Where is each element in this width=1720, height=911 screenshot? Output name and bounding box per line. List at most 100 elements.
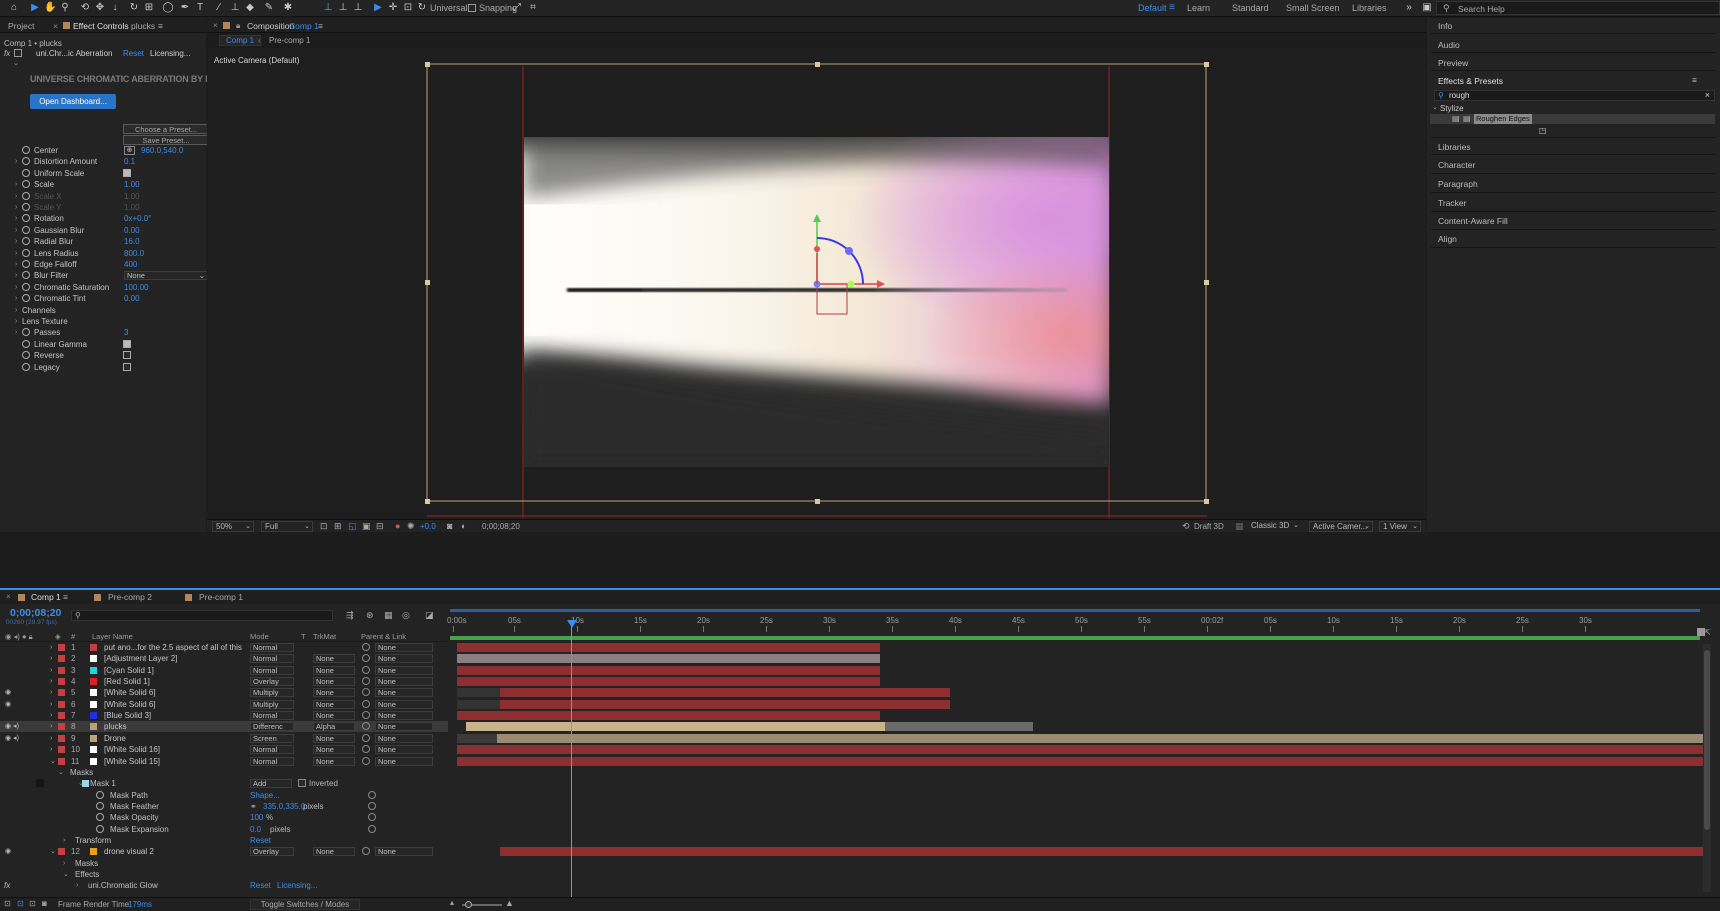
snap-options-icon[interactable]: ⤢ bbox=[511, 2, 523, 14]
mask-mode-select[interactable]: Add bbox=[250, 779, 292, 789]
blend-mode-select[interactable]: Overlay bbox=[250, 847, 294, 857]
anchor-tool-icon[interactable]: ⊞ bbox=[143, 2, 155, 14]
blend-mode-select[interactable]: Multiply bbox=[250, 688, 294, 698]
transfer-controls-icon[interactable]: ⊡ bbox=[17, 899, 24, 908]
label-color[interactable] bbox=[58, 689, 65, 697]
eye-icon[interactable]: ◉ ◂) bbox=[5, 733, 19, 744]
stopwatch-icon[interactable] bbox=[22, 203, 30, 211]
param-value[interactable]: 800.0 bbox=[124, 248, 144, 259]
layer-duration-bar[interactable] bbox=[497, 733, 1703, 743]
chevron-right-icon[interactable]: › bbox=[15, 259, 17, 270]
breadcrumb-comp-1[interactable]: Comp 1 bbox=[219, 35, 262, 46]
stopwatch-icon[interactable] bbox=[22, 260, 30, 268]
chevron-down-icon[interactable]: ⌄ bbox=[13, 59, 19, 67]
chevron-right-icon[interactable]: › bbox=[50, 699, 52, 710]
layer-name[interactable]: [White Solid 6] bbox=[104, 687, 244, 698]
composition-tab-label[interactable]: Composition bbox=[247, 21, 294, 31]
rotate-tool-icon[interactable]: ↻ bbox=[128, 2, 140, 14]
chevron-down-icon[interactable]: ⌄ bbox=[50, 846, 56, 857]
track-matte-select[interactable]: None bbox=[313, 665, 355, 675]
pick-whip-icon[interactable] bbox=[362, 654, 370, 663]
chevron-right-icon[interactable]: › bbox=[50, 653, 52, 664]
header-layer-name[interactable]: Layer Name bbox=[92, 632, 133, 641]
stopwatch-icon[interactable] bbox=[96, 790, 104, 799]
chevron-right-icon[interactable]: › bbox=[50, 687, 52, 698]
stopwatch-icon[interactable] bbox=[22, 248, 30, 257]
param-value[interactable]: 960.0,540.0 bbox=[141, 145, 183, 156]
workspace-menu-icon[interactable]: ≡ bbox=[1166, 2, 1178, 14]
scale-gizmo-icon[interactable]: ⊡ bbox=[402, 2, 414, 14]
search-help-field[interactable]: ⚲ Search Help bbox=[1436, 1, 1720, 15]
new-preset-icon[interactable]: ◳ bbox=[1539, 126, 1547, 135]
chevron-right-icon[interactable]: › bbox=[15, 213, 17, 224]
panel-audio[interactable]: Audio bbox=[1438, 40, 1460, 50]
pick-whip-icon[interactable] bbox=[362, 677, 370, 686]
stopwatch-icon[interactable] bbox=[22, 282, 30, 291]
effect-toggle-icon[interactable] bbox=[14, 49, 22, 57]
chevron-right-icon[interactable]: › bbox=[50, 721, 52, 732]
layer-row[interactable]: › 4 [Red Solid 1] Overlay None None bbox=[0, 676, 448, 687]
reset-link[interactable]: Reset bbox=[123, 49, 144, 58]
zoom-tool-icon[interactable]: ⚲ bbox=[59, 2, 71, 14]
param-value[interactable]: 1.00 bbox=[124, 202, 140, 213]
layer-row[interactable]: ◉ ◂) › 9 Drone Screen None None bbox=[0, 733, 448, 744]
parent-select[interactable]: None bbox=[375, 847, 433, 857]
home-icon[interactable]: ⌂ bbox=[8, 2, 20, 14]
open-dashboard-button[interactable]: Open Dashboard... bbox=[30, 94, 116, 109]
chevron-right-icon[interactable]: › bbox=[15, 316, 17, 327]
ellipse-tool-icon[interactable]: ◯ bbox=[162, 2, 174, 14]
draft-3d-icon[interactable]: ⟲ bbox=[1182, 521, 1190, 532]
label-color[interactable] bbox=[58, 712, 65, 720]
chevron-right-icon[interactable]: › bbox=[15, 282, 17, 293]
stopwatch-icon[interactable] bbox=[22, 214, 30, 223]
pick-whip-icon[interactable] bbox=[362, 665, 370, 674]
sync-icon[interactable]: ▣ bbox=[1421, 2, 1433, 14]
mask-visibility-icon[interactable]: ◱ bbox=[348, 521, 357, 532]
orbit-tool-icon[interactable]: ⟲ bbox=[79, 2, 91, 14]
param-value[interactable]: 0.1 bbox=[124, 156, 135, 167]
channel-icon[interactable]: ● bbox=[395, 521, 400, 531]
panel-tracker[interactable]: Tracker bbox=[1438, 198, 1467, 208]
param-checkbox[interactable] bbox=[123, 362, 131, 371]
label-color[interactable] bbox=[58, 644, 65, 651]
workspace-learn[interactable]: Learn bbox=[1187, 3, 1210, 13]
layer-row[interactable]: › 2 [Adjustment Layer 2] Normal None None bbox=[0, 653, 448, 664]
stopwatch-icon[interactable] bbox=[96, 813, 104, 822]
track-matte-select[interactable]: None bbox=[313, 677, 355, 687]
chevron-right-icon[interactable]: › bbox=[50, 744, 52, 755]
stopwatch-icon[interactable] bbox=[22, 168, 30, 177]
param-value[interactable]: 100.00 bbox=[124, 282, 148, 293]
views-select[interactable]: 1 View ⌄ bbox=[1379, 521, 1421, 532]
param-value[interactable]: 1.00 bbox=[124, 191, 140, 202]
parent-select[interactable]: None bbox=[375, 733, 433, 743]
property-value[interactable]: 335.0,335.0 bbox=[263, 801, 305, 812]
brush-tool-icon[interactable]: ∕ bbox=[213, 2, 225, 14]
layer-name[interactable]: put ano...for the 2.5 aspect of all of t… bbox=[104, 642, 244, 653]
stopwatch-icon[interactable] bbox=[22, 351, 30, 360]
track-matte-select[interactable]: None bbox=[313, 711, 355, 721]
tab-project[interactable]: Project bbox=[8, 21, 34, 31]
parent-select[interactable]: None bbox=[375, 756, 433, 766]
pick-whip-icon[interactable] bbox=[368, 813, 376, 822]
chevron-right-icon[interactable]: › bbox=[15, 293, 17, 304]
layer-name[interactable]: Drone bbox=[104, 733, 244, 744]
pick-whip-icon[interactable] bbox=[362, 722, 370, 731]
track-matte-select[interactable]: None bbox=[313, 688, 355, 698]
nav-arrow-icon[interactable]: ⇱ bbox=[1704, 628, 1711, 637]
draft-3d-label[interactable]: Draft 3D bbox=[1194, 522, 1224, 531]
panel-menu-icon[interactable]: ≡ bbox=[1692, 75, 1697, 85]
blend-mode-select[interactable]: Multiply bbox=[250, 699, 294, 709]
chevron-icon[interactable]: › bbox=[63, 835, 65, 846]
panel-content-aware-fill[interactable]: Content-Aware Fill bbox=[1438, 216, 1508, 226]
blend-mode-select[interactable]: Normal bbox=[250, 643, 294, 652]
label-color[interactable] bbox=[58, 848, 65, 856]
crosshair-icon[interactable]: ⊕ bbox=[124, 146, 135, 155]
param-select[interactable]: None ⌄ bbox=[124, 271, 208, 281]
layer-duration-bar[interactable] bbox=[500, 699, 950, 709]
workspace-standard[interactable]: Standard bbox=[1232, 3, 1269, 13]
motion-blur-icon[interactable]: ◎ bbox=[402, 610, 410, 621]
blend-mode-select[interactable]: Normal bbox=[250, 745, 294, 755]
blend-mode-select[interactable]: Normal bbox=[250, 665, 294, 675]
layer-row[interactable]: ⌄ 11 [White Solid 15] Normal None None bbox=[0, 756, 448, 767]
render-time-icon[interactable]: ◙ bbox=[42, 899, 47, 908]
